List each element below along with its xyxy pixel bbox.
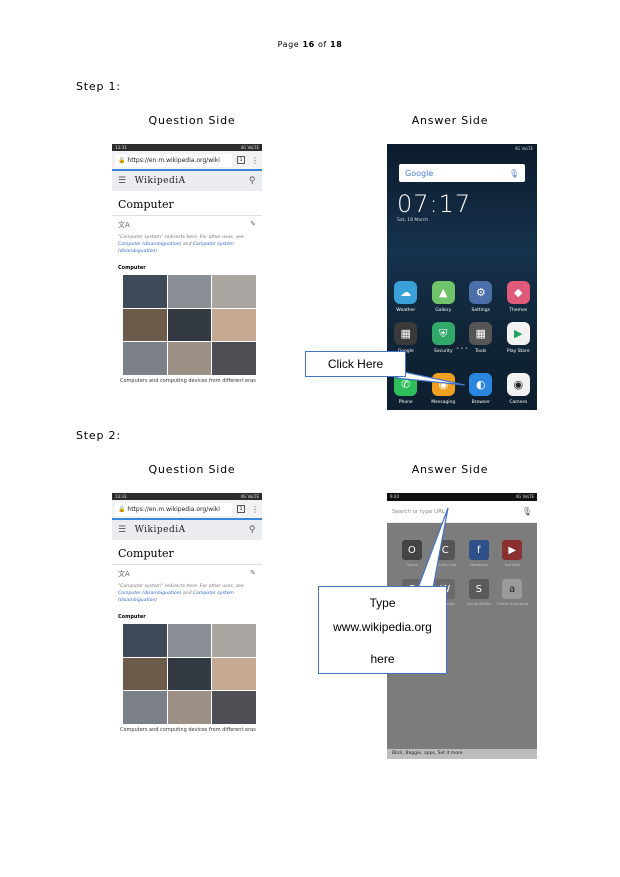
click-here-pointer [394, 371, 466, 386]
type-pointer [417, 507, 449, 589]
click-here-callout: Click Here [305, 351, 406, 377]
callout-pointers [394, 371, 466, 589]
type-url-callout: Type www.wikipedia.org here [318, 586, 447, 674]
